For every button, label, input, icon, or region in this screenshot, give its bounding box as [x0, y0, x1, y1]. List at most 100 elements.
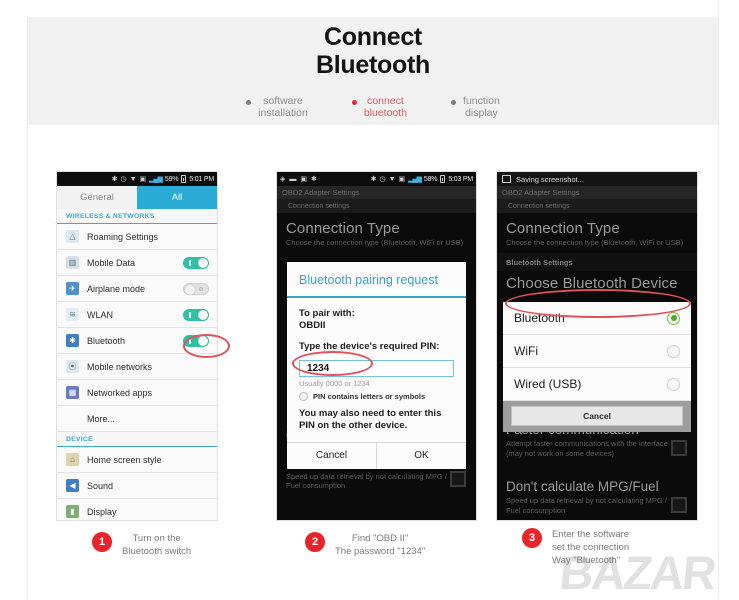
nav-step-software-installation[interactable]: software installation [246, 95, 308, 119]
toggle-mobile-data[interactable] [183, 256, 209, 269]
nav-step-function-display[interactable]: function display [451, 95, 500, 119]
minus-icon: ▬ [289, 175, 297, 183]
radio-icon[interactable] [667, 377, 680, 391]
sync-icon: ◈ [280, 175, 286, 183]
bluetooth-icon: ✱ [111, 175, 118, 183]
section-header-device: DEVICE [57, 432, 217, 447]
checkbox-icon[interactable] [671, 497, 687, 513]
settings-screen: General All WIRELESS & NETWORKS △ Roamin… [57, 186, 217, 520]
roaming-icon: △ [66, 230, 79, 243]
radio-icon[interactable] [667, 311, 680, 325]
wifi-icon: ▼ [129, 175, 137, 183]
bg-item-desc: Speed up data retrieval by not calculati… [506, 496, 667, 515]
toggle-bluetooth[interactable] [183, 334, 209, 347]
caption-step-2: 2 Find "OBD II" The password "1234" [305, 532, 425, 558]
settings-row-label: Roaming Settings [87, 231, 159, 242]
bluetooth-icon: ✱ [311, 175, 317, 183]
settings-row-airplane-mode[interactable]: ✈ Airplane mode [57, 276, 217, 302]
lock-icon: ▣ [398, 175, 406, 183]
settings-row-label: Networked apps [87, 387, 153, 398]
bg-item-dont-calculate-mpg[interactable]: Don't calculate MPG/Fuel Speed up data r… [497, 469, 697, 520]
nav-step-connect-bluetooth[interactable]: connect bluetooth [351, 95, 408, 119]
connection-type-chooser: Bluetooth WiFi Wired (USB) Cancel [503, 302, 691, 432]
status-bar-left: ◈ ▬ ▣ ✱ [280, 176, 317, 183]
pin-type-checkbox-row[interactable]: PIN contains letters or symbols [299, 392, 454, 401]
settings-row-wlan[interactable]: ≋ WLAN [57, 302, 217, 328]
bullet-dot-icon [451, 100, 457, 105]
pin-hint: Usually 0000 or 1234 [299, 379, 370, 388]
bluetooth-settings-category: Bluetooth Settings [497, 252, 697, 271]
settings-row-home-screen-style[interactable]: ⌂ Home screen style [57, 447, 217, 473]
caption-text: Find "OBD II" The password "1234" [335, 532, 425, 558]
chooser-option-wifi[interactable]: WiFi [503, 335, 691, 368]
nav-step-label: software installation [258, 95, 308, 119]
alarm-icon: ◷ [120, 175, 127, 183]
checkbox-icon[interactable] [671, 440, 687, 456]
frame-line-right [718, 0, 719, 600]
nav-step-label-line2: display [465, 107, 498, 119]
step-badge: 1 [92, 532, 112, 552]
toggle-airplane-mode[interactable] [183, 282, 209, 295]
bg-item-desc: Attempt faster communications with the i… [506, 439, 668, 458]
alarm-icon: ◷ [379, 175, 386, 183]
tab-all[interactable]: All [137, 186, 217, 209]
checkbox-icon[interactable] [450, 470, 466, 487]
cancel-button[interactable]: Cancel [287, 443, 376, 469]
toggle-wlan[interactable] [183, 308, 209, 321]
pin-type-label: PIN contains letters or symbols [313, 392, 426, 401]
settings-row-bluetooth[interactable]: ✱ Bluetooth [57, 328, 217, 354]
nav-step-label-line2: bluetooth [363, 107, 408, 119]
chooser-footer: Cancel [503, 401, 691, 432]
phone-screenshot-1: ✱ ◷ ▼ ▣ ▂▄▆ 59% 5:01 PM General All WIRE… [57, 172, 217, 520]
settings-row-label: Home screen style [87, 454, 162, 465]
caption-line1: Enter the software [552, 529, 630, 540]
notification-text: Saving screenshot... [516, 174, 584, 184]
nav-step-label-line2: installation [258, 107, 308, 119]
settings-row-label: Sound [87, 480, 114, 491]
status-bar-right: ✱ ◷ ▼ ▣ ▂▄▆ 58% 5:03 PM [371, 175, 473, 183]
settings-row-mobile-networks[interactable]: ⦿ Mobile networks [57, 354, 217, 380]
caption-text: Turn on the Bluetooth switch [122, 532, 191, 558]
caption-line2: set the connection [552, 542, 630, 553]
checkbox-icon[interactable] [299, 392, 308, 401]
pair-with-label: To pair with: [299, 308, 355, 319]
ok-button[interactable]: OK [376, 443, 466, 469]
settings-row-mobile-data[interactable]: ▥ Mobile Data [57, 250, 217, 276]
settings-tabs: General All [57, 186, 217, 209]
step-nav: software installation connect bluetooth … [28, 95, 718, 119]
bullet-dot-icon [351, 100, 357, 105]
notification-bar: Saving screenshot... [497, 172, 697, 186]
screenshot-icon [502, 175, 511, 183]
dialog-title: Bluetooth pairing request [287, 262, 466, 298]
settings-row-display[interactable]: ▮ Display [57, 499, 217, 520]
page-title-line2: Bluetooth [316, 51, 430, 79]
image-icon: ▣ [300, 175, 308, 183]
step-badge: 2 [305, 532, 325, 552]
radio-icon[interactable] [667, 344, 680, 358]
wifi-icon: ≋ [66, 308, 79, 321]
cancel-button[interactable]: Cancel [511, 406, 683, 426]
pairing-note: You may also need to enter this PIN on t… [299, 408, 442, 431]
battery-icon [181, 175, 187, 183]
apps-icon: ▦ [66, 386, 79, 399]
phone-screenshot-2: ◈ ▬ ▣ ✱ ✱ ◷ ▼ ▣ ▂▄▆ 58% 5:03 PM OBD2 Ada… [277, 172, 476, 520]
obd2-settings-screen: OBD2 Adapter Settings Connection setting… [497, 186, 697, 520]
settings-row-more[interactable]: More... [57, 406, 217, 432]
clock: 5:01 PM [189, 175, 214, 183]
settings-row-roaming[interactable]: △ Roaming Settings [57, 224, 217, 250]
settings-row-sound[interactable]: ◀ Sound [57, 473, 217, 499]
caption-step-1: 1 Turn on the Bluetooth switch [92, 532, 191, 558]
tab-general[interactable]: General [57, 186, 137, 209]
status-bar-right: ✱ ◷ ▼ ▣ ▂▄▆ 59% 5:01 PM [112, 175, 214, 183]
connection-type-heading: Connection Type [506, 220, 620, 237]
settings-row-networked-apps[interactable]: ▦ Networked apps [57, 380, 217, 406]
caption-line3: Way "Bluetooth" [552, 555, 621, 566]
status-bar: ✱ ◷ ▼ ▣ ▂▄▆ 59% 5:01 PM [57, 172, 217, 186]
chooser-option-wired-usb[interactable]: Wired (USB) [503, 368, 691, 401]
bluetooth-icon: ✱ [66, 334, 79, 347]
pin-prompt: Type the device's required PIN: [299, 341, 440, 352]
chooser-option-bluetooth[interactable]: Bluetooth [503, 302, 691, 335]
pin-input[interactable]: 1234 [299, 360, 454, 377]
nav-step-label: function display [463, 95, 500, 119]
settings-row-label: Bluetooth [87, 335, 126, 346]
